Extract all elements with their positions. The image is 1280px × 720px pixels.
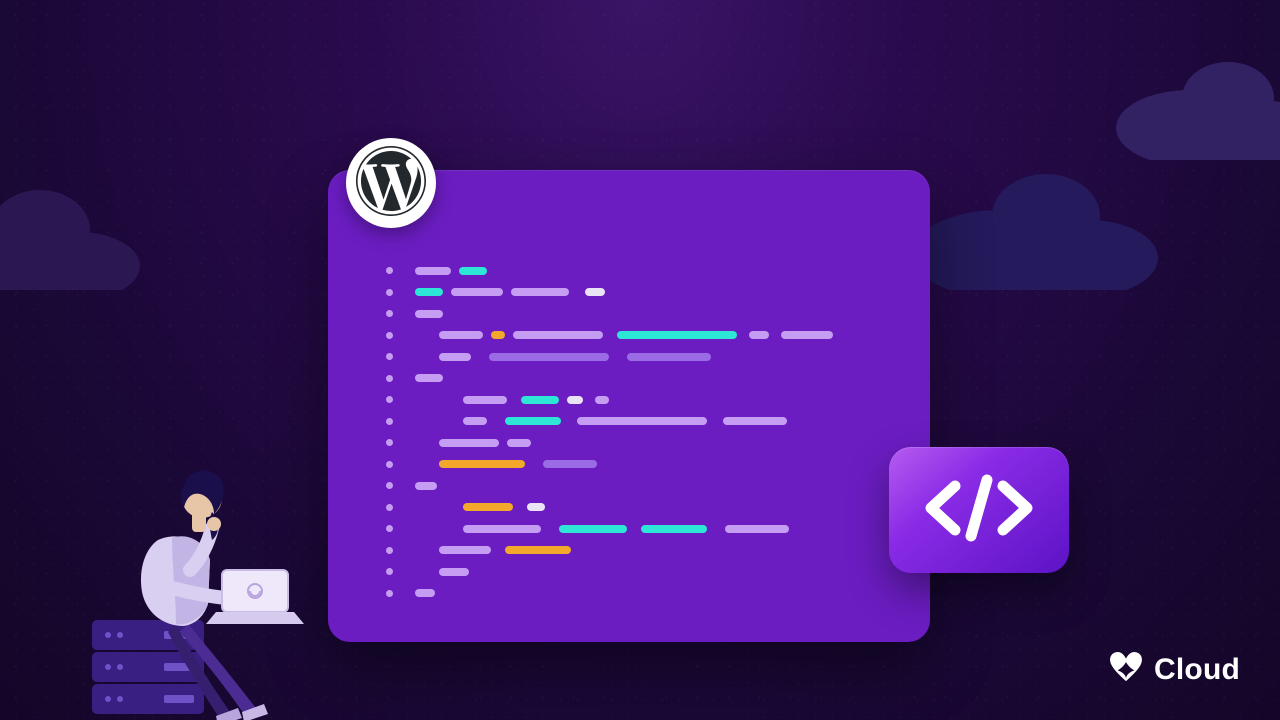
code-token xyxy=(527,503,545,511)
code-token xyxy=(567,396,583,404)
line-bullet-icon xyxy=(386,547,393,554)
code-token xyxy=(511,288,569,296)
code-line xyxy=(386,303,890,325)
line-bullet-icon xyxy=(386,525,393,532)
code-token xyxy=(723,417,787,425)
code-tag-card xyxy=(889,447,1069,573)
xcloud-heart-icon xyxy=(1106,647,1146,692)
cloud-top-right xyxy=(1110,40,1280,160)
code-body xyxy=(386,260,890,604)
code-token xyxy=(415,310,443,318)
cloud-mid-right xyxy=(910,150,1170,290)
code-token xyxy=(439,331,483,339)
brand-name: Cloud xyxy=(1154,653,1240,687)
code-token xyxy=(505,546,571,554)
code-token xyxy=(641,525,707,533)
code-token xyxy=(595,396,609,404)
line-bullet-icon xyxy=(386,568,393,575)
line-bullet-icon xyxy=(386,353,393,360)
code-line xyxy=(386,518,890,540)
code-line xyxy=(386,497,890,519)
code-token xyxy=(459,267,487,275)
code-line xyxy=(386,368,890,390)
line-bullet-icon xyxy=(386,590,393,597)
server-stack-icon xyxy=(92,620,204,714)
code-line xyxy=(386,260,890,282)
line-bullet-icon xyxy=(386,439,393,446)
code-tag-icon xyxy=(919,472,1039,549)
code-token xyxy=(415,589,435,597)
code-token xyxy=(505,417,561,425)
code-token xyxy=(415,288,443,296)
cloud-left xyxy=(0,170,160,290)
code-token xyxy=(463,503,513,511)
line-bullet-icon xyxy=(386,504,393,511)
code-line xyxy=(386,346,890,368)
line-bullet-icon xyxy=(386,267,393,274)
code-token xyxy=(513,331,603,339)
code-line xyxy=(386,325,890,347)
code-token xyxy=(439,568,469,576)
line-bullet-icon xyxy=(386,418,393,425)
code-token xyxy=(439,460,525,468)
code-token xyxy=(439,353,471,361)
code-token xyxy=(415,267,451,275)
code-line xyxy=(386,282,890,304)
code-token xyxy=(491,331,505,339)
code-line xyxy=(386,475,890,497)
wordpress-icon xyxy=(356,146,426,221)
code-token xyxy=(463,396,507,404)
line-bullet-icon xyxy=(386,375,393,382)
code-token xyxy=(489,353,609,361)
line-bullet-icon xyxy=(386,461,393,468)
laptop-icon xyxy=(206,570,304,624)
line-bullet-icon xyxy=(386,396,393,403)
code-line xyxy=(386,411,890,433)
line-bullet-icon xyxy=(386,289,393,296)
code-token xyxy=(463,525,541,533)
code-token xyxy=(415,374,443,382)
code-token xyxy=(559,525,627,533)
person-icon xyxy=(141,470,268,720)
code-token xyxy=(415,482,437,490)
code-token xyxy=(451,288,503,296)
code-token xyxy=(749,331,769,339)
code-line xyxy=(386,454,890,476)
code-line xyxy=(386,583,890,605)
code-token xyxy=(463,417,487,425)
wordpress-badge xyxy=(346,138,436,228)
code-token xyxy=(627,353,711,361)
line-bullet-icon xyxy=(386,332,393,339)
code-line xyxy=(386,432,890,454)
code-line xyxy=(386,389,890,411)
code-token xyxy=(585,288,605,296)
code-token xyxy=(781,331,833,339)
line-bullet-icon xyxy=(386,482,393,489)
code-token xyxy=(617,331,737,339)
code-token xyxy=(439,546,491,554)
code-token xyxy=(439,439,499,447)
brand-logo: Cloud xyxy=(1106,647,1240,692)
line-bullet-icon xyxy=(386,310,393,317)
code-panel xyxy=(328,170,930,642)
code-line xyxy=(386,540,890,562)
code-token xyxy=(725,525,789,533)
code-token xyxy=(507,439,531,447)
code-token xyxy=(543,460,597,468)
code-token xyxy=(577,417,707,425)
code-token xyxy=(521,396,559,404)
code-line xyxy=(386,561,890,583)
